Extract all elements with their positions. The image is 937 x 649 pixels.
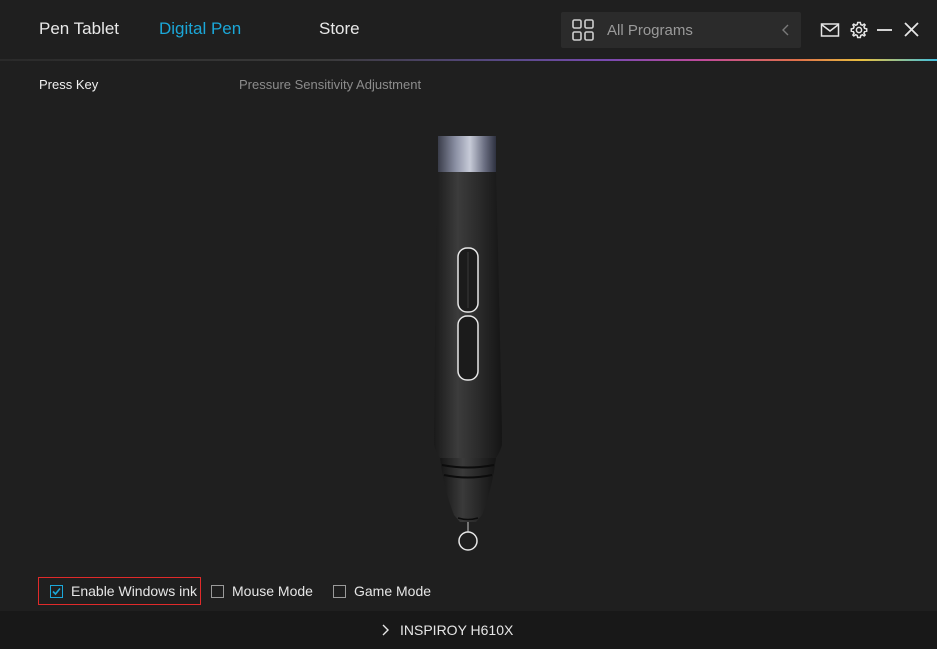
grid-icon	[572, 19, 594, 41]
windows-ink-checkbox[interactable]	[50, 584, 63, 598]
device-selector[interactable]: INSPIROY H610X	[380, 611, 513, 649]
chevron-left-icon[interactable]	[781, 23, 791, 37]
mouse-mode-label: Mouse Mode	[232, 583, 313, 599]
subtab-press-key[interactable]: Press Key	[39, 77, 98, 92]
digital-pen-illustration	[420, 130, 516, 555]
program-selector[interactable]: All Programs	[561, 12, 801, 48]
mail-icon[interactable]	[820, 20, 840, 40]
checkmark-icon	[52, 587, 61, 595]
tab-digital-pen[interactable]: Digital Pen	[159, 19, 241, 39]
gear-icon[interactable]	[849, 20, 869, 40]
game-mode-checkbox[interactable]	[333, 584, 346, 598]
tab-pen-tablet[interactable]: Pen Tablet	[39, 19, 119, 39]
tab-store[interactable]: Store	[319, 19, 360, 39]
app-window: Pen Tablet Digital Pen Store All Program…	[0, 0, 937, 649]
mouse-mode-option[interactable]: Mouse Mode	[211, 577, 313, 605]
game-mode-label: Game Mode	[354, 583, 432, 599]
chevron-right-icon	[382, 624, 389, 636]
mouse-mode-checkbox[interactable]	[211, 584, 224, 598]
game-mode-option[interactable]: Game Mode	[333, 577, 431, 605]
windows-ink-label: Enable Windows ink	[71, 583, 198, 599]
enable-windows-ink-option[interactable]: Enable Windows ink	[38, 577, 201, 605]
close-icon[interactable]	[902, 20, 922, 40]
pen-icon	[434, 136, 502, 551]
header-divider	[0, 59, 937, 61]
program-selector-label: All Programs	[607, 22, 693, 39]
top-bar: Pen Tablet Digital Pen Store All Program…	[0, 0, 937, 60]
device-name-label: INSPIROY H610X	[400, 622, 514, 638]
minimize-icon[interactable]	[875, 20, 895, 40]
subtab-pressure-sensitivity[interactable]: Pressure Sensitivity Adjustment	[239, 77, 421, 92]
